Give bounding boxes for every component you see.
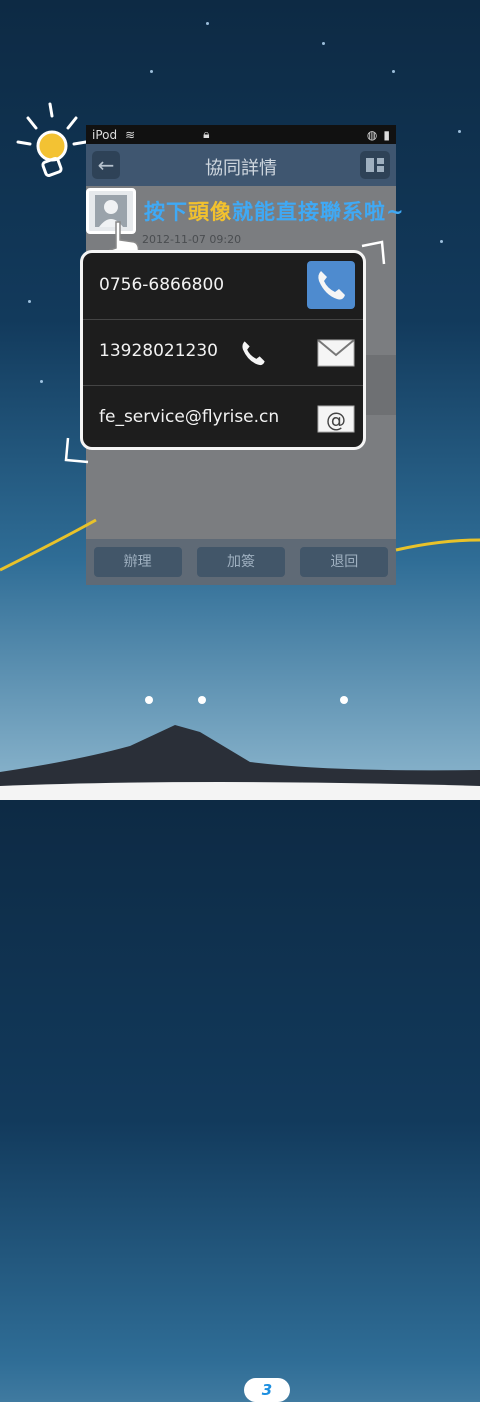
current-page-indicator: 3 (244, 1378, 290, 1402)
carrier-label: iPod (92, 127, 118, 142)
mobile-phone-row[interactable]: 13928021230 (83, 319, 363, 386)
contact-popup: 0756-6866800 13928021230 fe_service@flyr… (80, 250, 366, 450)
office-phone-row[interactable]: 0756-6866800 (83, 253, 363, 320)
tutorial-screen: { "status_bar": {"carrier": "iPod"}, "he… (0, 0, 480, 1402)
office-phone: 0756-6866800 (99, 275, 225, 295)
mobile-phone: 13928021230 (99, 341, 218, 361)
star (322, 42, 325, 45)
sms-envelope-icon[interactable] (317, 339, 355, 367)
title-bar: ← 協同詳情 (86, 144, 396, 186)
rotation-lock-icon: ◍ (366, 127, 378, 142)
landscape (0, 518, 480, 800)
page-title: 協同詳情 (205, 158, 277, 179)
page-dot[interactable] (340, 696, 348, 704)
email-row[interactable]: fe_service@flyrise.cn @ (83, 385, 363, 451)
star (150, 70, 153, 73)
call-button[interactable] (307, 261, 355, 309)
star (28, 300, 31, 303)
page-dot[interactable] (198, 696, 206, 704)
caption-part3: 就能直接聯系啦~ (232, 199, 405, 224)
flow-chart-icon (366, 158, 384, 172)
star (40, 380, 43, 383)
star (392, 70, 395, 73)
page-indicator: 3 (0, 690, 480, 1402)
email-icon[interactable]: @ (317, 405, 355, 433)
star (206, 22, 209, 25)
wifi-icon: ≋ (125, 127, 136, 142)
lightbulb-icon (16, 102, 88, 177)
star (440, 240, 443, 243)
caption-part2: 頭像 (188, 199, 232, 224)
phone-icon (318, 271, 345, 300)
caption-part1: 按下 (144, 199, 188, 224)
battery-icon: ▮ (383, 127, 390, 142)
page-dot[interactable] (145, 696, 153, 704)
star (458, 130, 461, 133)
document-date: 2012-11-07 09:20 (142, 233, 242, 246)
lock-icon: 🔒︎ (203, 127, 210, 141)
flow-chart-button[interactable] (360, 151, 390, 179)
svg-text:@: @ (326, 408, 346, 432)
phone-icon[interactable] (233, 333, 273, 373)
email-address: fe_service@flyrise.cn (99, 407, 280, 427)
status-bar: iPod ≋ 🔒︎ ◍ ▮ (86, 125, 396, 144)
tutorial-caption: 按下頭像就能直接聯系啦~ (144, 196, 405, 226)
